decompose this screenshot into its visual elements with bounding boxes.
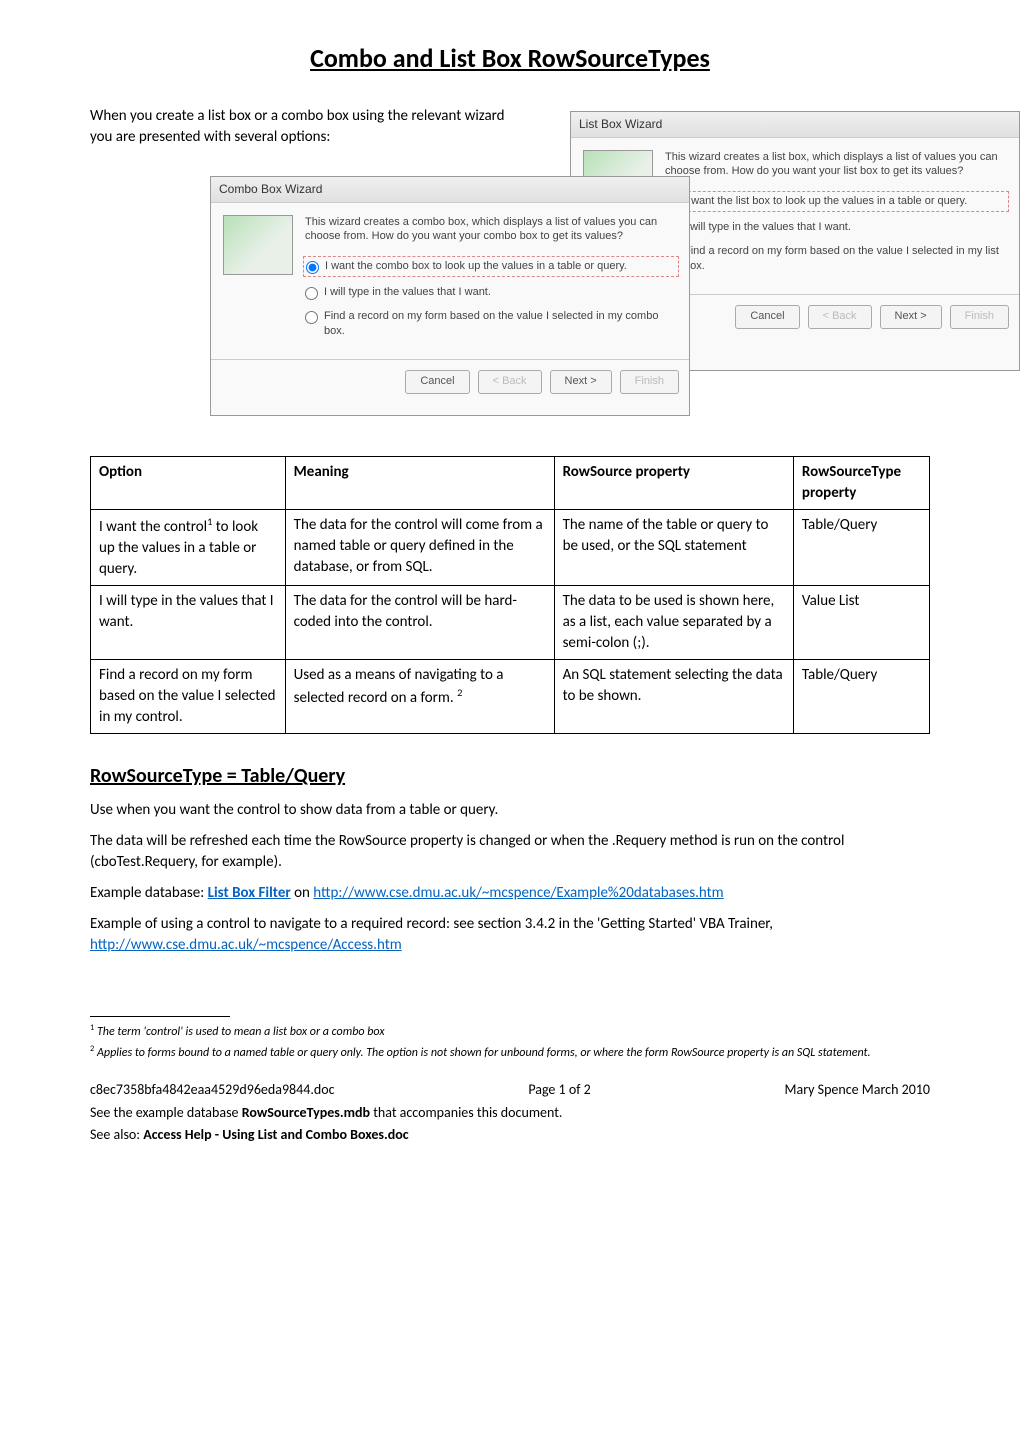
th-meaning: Meaning bbox=[285, 457, 554, 510]
body-paragraph: Use when you want the control to show da… bbox=[90, 800, 930, 821]
cell-rowsourcetype: Table/Query bbox=[793, 660, 929, 734]
wizard-option-label: I want the list box to look up the value… bbox=[685, 194, 967, 209]
list-box-filter-link[interactable]: List Box Filter bbox=[208, 884, 291, 902]
wizard-title: Combo Box Wizard bbox=[211, 177, 689, 203]
footnote-2: 2 Applies to forms bound to a named tabl… bbox=[90, 1044, 930, 1062]
intro-text: When you create a list box or a combo bo… bbox=[90, 106, 530, 148]
cell-rowsourcetype: Table/Query bbox=[793, 510, 929, 586]
table-header-row: Option Meaning RowSource property RowSou… bbox=[91, 457, 930, 510]
wizard-icon bbox=[223, 215, 293, 275]
wizard-description: This wizard creates a combo box, which d… bbox=[305, 215, 677, 244]
wizard-option-find: Find a record on my form based on the va… bbox=[665, 244, 1007, 275]
radio-type bbox=[305, 287, 318, 300]
cell-option: I want the control1 to look up the value… bbox=[91, 510, 286, 586]
combo-box-wizard-screenshot: Combo Box Wizard This wizard creates a c… bbox=[210, 176, 690, 416]
cell-rowsource: The name of the table or query to be use… bbox=[554, 510, 793, 586]
cell-meaning: Used as a means of navigating to a selec… bbox=[285, 660, 554, 734]
th-rowsource: RowSource property bbox=[554, 457, 793, 510]
radio-lookup bbox=[306, 261, 319, 274]
footnote-separator bbox=[90, 1016, 230, 1017]
wizard-option-label: I will type in the values that I want. bbox=[324, 285, 491, 300]
footer-author: Mary Spence March 2010 bbox=[785, 1080, 930, 1100]
cancel-button: Cancel bbox=[735, 305, 799, 328]
wizard-option-find: Find a record on my form based on the va… bbox=[305, 309, 677, 340]
options-table: Option Meaning RowSource property RowSou… bbox=[90, 456, 930, 734]
section-heading: RowSourceType = Table/Query bbox=[90, 762, 930, 790]
finish-button: Finish bbox=[620, 370, 679, 393]
wizard-option-type: I will type in the values that I want. bbox=[305, 285, 677, 300]
example-database-line: Example database: List Box Filter on htt… bbox=[90, 883, 930, 904]
example-databases-url[interactable]: http://www.cse.dmu.ac.uk/~mcspence/Examp… bbox=[313, 884, 723, 902]
access-url[interactable]: http://www.cse.dmu.ac.uk/~mcspence/Acces… bbox=[90, 936, 402, 954]
wizard-option-lookup: I want the list box to look up the value… bbox=[663, 191, 1009, 212]
next-button: Next > bbox=[880, 305, 942, 328]
footnote-1: 1 The term 'control' is used to mean a l… bbox=[90, 1023, 930, 1041]
cell-rowsource: The data to be used is shown here, as a … bbox=[554, 586, 793, 660]
table-row: I will type in the values that I want. T… bbox=[91, 586, 930, 660]
cell-meaning: The data for the control will be hard-co… bbox=[285, 586, 554, 660]
cell-rowsource: An SQL statement selecting the data to b… bbox=[554, 660, 793, 734]
table-row: Find a record on my form based on the va… bbox=[91, 660, 930, 734]
footer-filename: c8ec7358bfa4842eaa4529d96eda9844.doc bbox=[90, 1080, 335, 1100]
wizard-option-label: I want the combo box to look up the valu… bbox=[325, 259, 627, 274]
radio-find bbox=[305, 311, 318, 324]
th-rowsourcetype: RowSourceType property bbox=[793, 457, 929, 510]
finish-button: Finish bbox=[950, 305, 1009, 328]
th-option: Option bbox=[91, 457, 286, 510]
wizard-option-label: Find a record on my form based on the va… bbox=[684, 244, 1007, 275]
cancel-button: Cancel bbox=[405, 370, 469, 393]
wizard-option-label: I will type in the values that I want. bbox=[684, 220, 851, 235]
wizard-title: List Box Wizard bbox=[571, 112, 1019, 138]
page-title: Combo and List Box RowSourceTypes bbox=[90, 40, 930, 76]
footer-page: Page 1 of 2 bbox=[528, 1080, 590, 1100]
cell-option: Find a record on my form based on the va… bbox=[91, 660, 286, 734]
intro-section: When you create a list box or a combo bo… bbox=[90, 106, 930, 436]
footer-note: See also: Access Help - Using List and C… bbox=[90, 1125, 930, 1145]
footer-note: See the example database RowSourceTypes.… bbox=[90, 1103, 930, 1123]
cell-rowsourcetype: Value List bbox=[793, 586, 929, 660]
body-paragraph: The data will be refreshed each time the… bbox=[90, 831, 930, 873]
cell-meaning: The data for the control will come from … bbox=[285, 510, 554, 586]
wizard-option-type: I will type in the values that I want. bbox=[665, 220, 1007, 235]
table-row: I want the control1 to look up the value… bbox=[91, 510, 930, 586]
wizard-option-lookup: I want the combo box to look up the valu… bbox=[303, 256, 679, 277]
body-paragraph: Example of using a control to navigate t… bbox=[90, 914, 930, 956]
back-button: < Back bbox=[808, 305, 872, 328]
footer-line: c8ec7358bfa4842eaa4529d96eda9844.doc Pag… bbox=[90, 1080, 930, 1100]
wizard-option-label: Find a record on my form based on the va… bbox=[324, 309, 677, 340]
next-button: Next > bbox=[550, 370, 612, 393]
back-button: < Back bbox=[478, 370, 542, 393]
wizard-description: This wizard creates a list box, which di… bbox=[665, 150, 1007, 179]
cell-option: I will type in the values that I want. bbox=[91, 586, 286, 660]
